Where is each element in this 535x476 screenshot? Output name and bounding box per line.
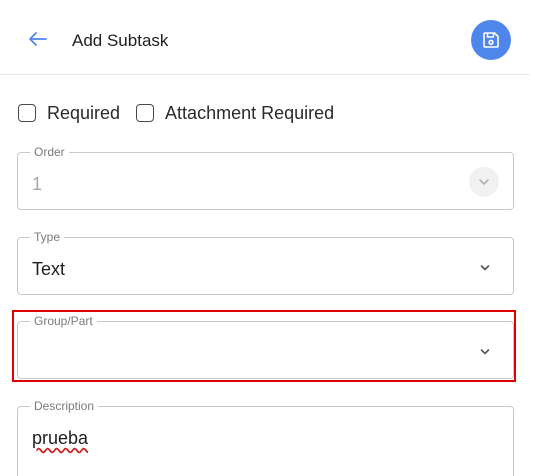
order-label: Order <box>30 145 69 159</box>
checkbox-row: Required Attachment Required <box>18 100 350 126</box>
description-value: prueba <box>32 428 89 448</box>
chevron-down-icon <box>480 349 490 355</box>
order-field[interactable]: Order 1 <box>17 145 514 210</box>
save-floppy-icon <box>483 32 499 48</box>
attachment-required-label: Attachment Required <box>165 103 335 123</box>
required-checkbox[interactable] <box>18 104 36 122</box>
attachment-required-checkbox[interactable] <box>136 104 155 122</box>
type-select[interactable]: Type Text <box>17 230 514 295</box>
group-part-label: Group/Part <box>30 314 97 328</box>
arrow-left-icon <box>29 32 47 46</box>
save-button[interactable] <box>471 20 511 60</box>
page-title: Add Subtask <box>72 31 169 50</box>
description-label: Description <box>30 399 99 413</box>
description-field[interactable]: Description prueba <box>17 399 514 476</box>
back-button[interactable] <box>26 27 50 51</box>
order-value: 1 <box>32 174 43 194</box>
order-dropdown-button[interactable] <box>469 167 499 197</box>
chevron-down-icon <box>479 179 489 185</box>
required-label: Required <box>47 103 121 123</box>
group-part-select[interactable]: Group/Part <box>17 314 514 379</box>
chevron-down-icon <box>480 265 490 271</box>
top-app-bar: Add Subtask <box>0 0 530 75</box>
type-label: Type <box>30 230 65 244</box>
type-value: Text <box>32 259 66 279</box>
